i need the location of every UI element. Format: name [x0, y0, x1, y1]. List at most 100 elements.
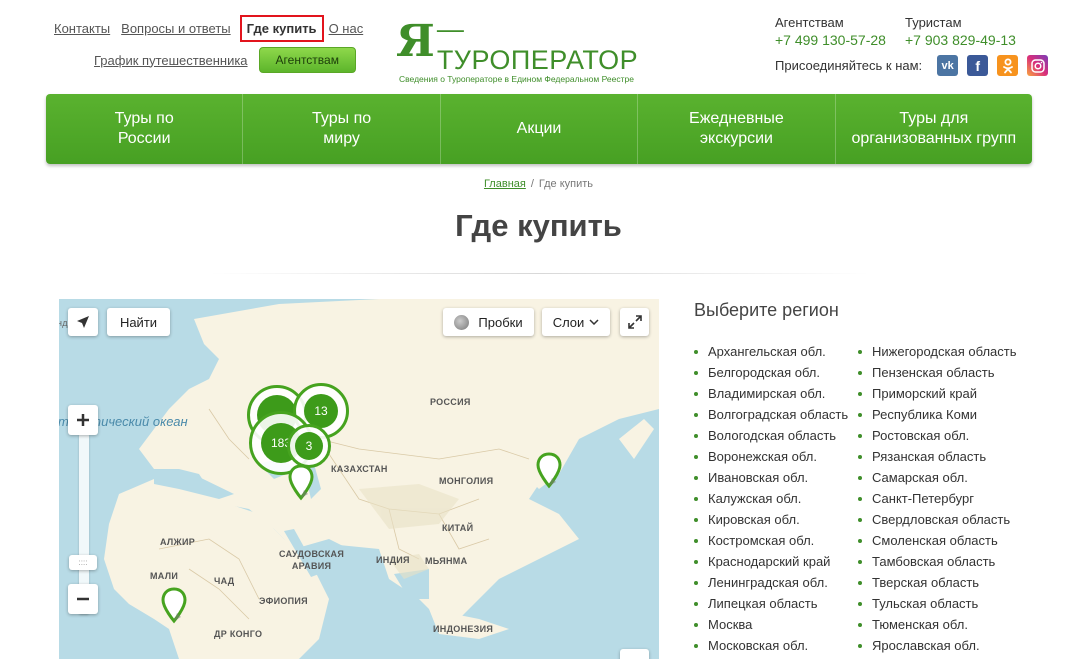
sub-links: График путешественника Агентствам	[94, 47, 356, 73]
region-item[interactable]: Приморский край	[858, 383, 1017, 404]
region-item[interactable]: Ивановская обл.	[694, 467, 848, 488]
traffic-button[interactable]: Пробки	[443, 308, 534, 336]
country-label-ethiopia: ЭФИОПИЯ	[259, 596, 308, 606]
breadcrumb-home[interactable]: Главная	[484, 178, 526, 190]
traveler-schedule-link[interactable]: График путешественника	[94, 53, 248, 68]
logo[interactable]: Я —ТУРОПЕРАТОР Сведения о Туроператоре в…	[396, 8, 638, 84]
country-label-algeria: АЛЖИР	[160, 537, 196, 547]
region-item[interactable]: Смоленская область	[858, 530, 1017, 551]
region-title: Выберите регион	[694, 300, 839, 320]
region-item[interactable]: Ленинградская обл.	[694, 572, 848, 593]
region-item[interactable]: Воронежская обл.	[694, 446, 848, 467]
zoom-out-button[interactable]	[68, 584, 98, 614]
map-land	[104, 299, 659, 659]
breadcrumb-separator: /	[530, 178, 534, 190]
layers-button[interactable]: Слои	[542, 308, 610, 336]
minus-icon	[77, 597, 89, 601]
odnoklassniki-icon[interactable]	[997, 55, 1019, 76]
geolocation-button[interactable]	[68, 308, 98, 336]
region-item[interactable]: Санкт-Петербург	[858, 488, 1017, 509]
region-item[interactable]: Пензенская область	[858, 362, 1017, 383]
region-item[interactable]: Архангельская обл.	[694, 341, 848, 362]
region-list-col2: Нижегородская область Пензенская область П…	[858, 341, 1017, 656]
nav-promotions[interactable]: Акции	[441, 94, 639, 164]
agencies-contact-label: Агентствам	[775, 15, 844, 30]
social-links: Присоединяйтесь к нам: vk f	[775, 55, 1049, 76]
traffic-icon	[454, 314, 470, 330]
country-label-china: КИТАЙ	[442, 523, 474, 533]
plus-icon	[77, 414, 89, 426]
region-item[interactable]: Белгородская обл.	[694, 362, 848, 383]
region-item[interactable]: Республика Коми	[858, 404, 1017, 425]
region-item[interactable]: Московская обл.	[694, 635, 848, 656]
agencies-contact: Агентствам +7 499 130-57-28	[775, 15, 886, 48]
region-item[interactable]: Тверская область	[858, 572, 1017, 593]
map-pin[interactable]	[288, 464, 314, 502]
country-label-chad: ЧАД	[214, 576, 235, 586]
country-label-indonesia: ИНДОНЕЗИЯ	[433, 624, 494, 634]
expand-icon	[627, 315, 642, 329]
nav-daily-excursions-label: Ежедневные экскурсии	[689, 110, 784, 147]
zoom-handle[interactable]: ::::	[69, 555, 97, 570]
region-item[interactable]: Тюменская обл.	[858, 614, 1017, 635]
title-divider	[210, 273, 870, 274]
location-arrow-icon	[77, 316, 89, 328]
nav-tours-world[interactable]: Туры по миру	[243, 94, 441, 164]
faq-link[interactable]: Вопросы и ответы	[121, 21, 230, 36]
about-link[interactable]: О нас	[329, 21, 364, 36]
region-item[interactable]: Ярославская обл.	[858, 635, 1017, 656]
breadcrumb: Главная / Где купить	[0, 178, 1077, 190]
region-item[interactable]: Калужская обл.	[694, 488, 848, 509]
nav-daily-excursions[interactable]: Ежедневные экскурсии	[638, 94, 836, 164]
tourists-contact: Туристам +7 903 829-49-13	[905, 15, 1016, 48]
nav-tours-world-label: Туры по миру	[312, 110, 372, 147]
contacts-link[interactable]: Контакты	[54, 21, 110, 36]
region-item[interactable]: Свердловская область	[858, 509, 1017, 530]
find-button[interactable]: Найти	[107, 308, 170, 336]
region-item[interactable]: Москва	[694, 614, 848, 635]
nav-promotions-label: Акции	[516, 120, 562, 137]
page-title: Где купить	[455, 208, 622, 243]
map-cluster-13-count: 13	[304, 394, 338, 428]
map-cluster-3[interactable]: 3	[287, 424, 331, 468]
region-item[interactable]: Ростовская обл.	[858, 425, 1017, 446]
region-item[interactable]: Владимирская обл.	[694, 383, 848, 404]
country-label-kazakhstan: КАЗАХСТАН	[331, 464, 388, 474]
region-item[interactable]: Краснодарский край	[694, 551, 848, 572]
region-item[interactable]: Костромская обл.	[694, 530, 848, 551]
fullscreen-button[interactable]	[620, 308, 649, 336]
region-item[interactable]: Волгоградская область	[694, 404, 848, 425]
traffic-button-label: Пробки	[478, 314, 523, 330]
facebook-icon[interactable]: f	[967, 55, 989, 76]
country-label-myanmar: МЬЯНМА	[425, 556, 468, 566]
region-item[interactable]: Рязанская область	[858, 446, 1017, 467]
instagram-icon[interactable]	[1027, 55, 1049, 76]
logo-mark: Я	[396, 16, 435, 67]
nav-group-tours-label: Туры для организованных групп	[851, 110, 1017, 147]
region-item[interactable]: Липецкая область	[694, 593, 848, 614]
zoom-in-button[interactable]	[68, 405, 98, 435]
map[interactable]: тлантический океан ндО РОССИЯ КАЗАХСТАН …	[59, 299, 659, 659]
region-item[interactable]: Вологодская область	[694, 425, 848, 446]
region-item[interactable]: Тамбовская область	[858, 551, 1017, 572]
region-item[interactable]: Самарская обл.	[858, 467, 1017, 488]
map-corner-button[interactable]	[620, 649, 649, 659]
country-label-russia: РОССИЯ	[430, 397, 471, 407]
tourists-phone[interactable]: +7 903 829-49-13	[905, 32, 1016, 48]
tourists-contact-label: Туристам	[905, 15, 962, 30]
top-links: Контакты Вопросы и ответы Где купить О н…	[54, 15, 374, 42]
agencies-phone[interactable]: +7 499 130-57-28	[775, 32, 886, 48]
agencies-button[interactable]: Агентствам	[258, 47, 356, 73]
nav-group-tours[interactable]: Туры для организованных групп	[836, 94, 1032, 164]
region-item[interactable]: Нижегородская область	[858, 341, 1017, 362]
where-to-buy-link[interactable]: Где купить	[239, 15, 324, 42]
vk-icon[interactable]: vk	[937, 55, 959, 76]
logo-tagline[interactable]: Сведения о Туроператоре в Едином Федерал…	[399, 74, 636, 84]
country-label-mali: МАЛИ	[150, 571, 179, 581]
layers-button-label: Слои	[552, 314, 585, 330]
region-item[interactable]: Тульская область	[858, 593, 1017, 614]
region-item[interactable]: Кировская обл.	[694, 509, 848, 530]
nav-tours-russia[interactable]: Туры по России	[46, 94, 244, 164]
map-pin[interactable]	[161, 587, 187, 625]
map-pin[interactable]	[536, 452, 562, 490]
